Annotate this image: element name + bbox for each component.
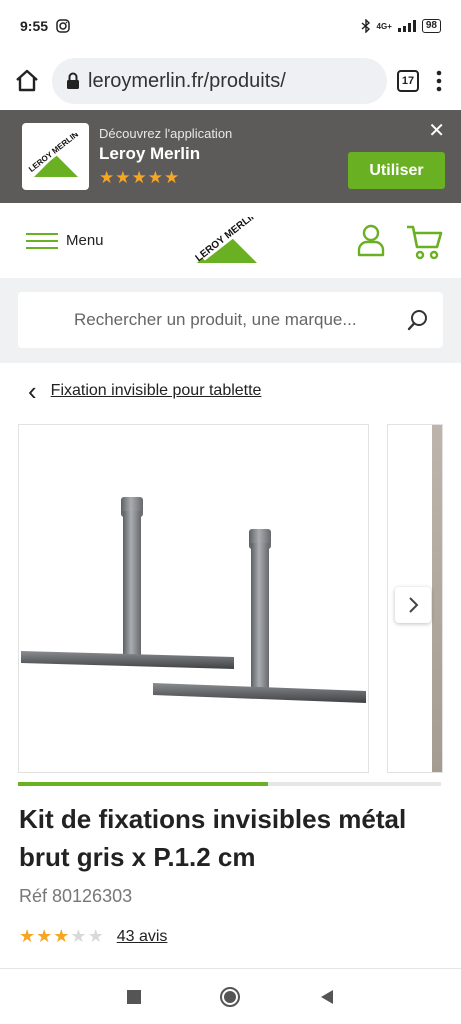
more-options-icon[interactable] bbox=[429, 69, 449, 93]
search-placeholder: Rechercher un produit, une marque... bbox=[74, 310, 357, 329]
rating-star-icon: ★ bbox=[70, 926, 88, 946]
address-bar[interactable]: leroymerlin.fr/produits/ bbox=[52, 58, 387, 104]
search-icon[interactable] bbox=[407, 309, 429, 331]
leroy-merlin-logo-icon: LEROY MERLIN bbox=[28, 132, 80, 177]
app-rating-stars: ★★★★★ bbox=[99, 167, 181, 187]
next-image-button[interactable] bbox=[395, 587, 431, 623]
product-image-main[interactable] bbox=[18, 424, 369, 773]
tab-switcher-button[interactable]: 17 bbox=[397, 70, 419, 92]
status-left: 9:55 bbox=[20, 18, 70, 34]
status-bar: 9:55 4G+ 98 bbox=[0, 0, 461, 52]
browser-toolbar: leroymerlin.fr/produits/ 17 bbox=[0, 52, 461, 110]
header-actions bbox=[357, 223, 443, 261]
reviews-link[interactable]: 43 avis bbox=[117, 928, 168, 946]
rating-stars: ★★★★★ bbox=[19, 926, 105, 947]
rating-star-icon: ★ bbox=[87, 926, 105, 946]
home-icon[interactable] bbox=[12, 66, 42, 96]
menu-button[interactable]: Menu bbox=[26, 228, 104, 254]
status-right: 4G+ 98 bbox=[361, 19, 441, 33]
product-reference: Réf 80126303 bbox=[19, 886, 133, 906]
signal-icon bbox=[397, 20, 416, 32]
app-info: Découvrez l'application Leroy Merlin ★★★… bbox=[99, 126, 348, 188]
next-image-preview bbox=[432, 425, 442, 772]
app-logo: LEROY MERLIN bbox=[22, 123, 89, 190]
use-app-button[interactable]: Utiliser bbox=[348, 152, 445, 189]
rating-star-icon: ★ bbox=[53, 926, 71, 946]
product-title: Kit de fixations invisibles métal brut g… bbox=[19, 804, 407, 872]
system-navigation-bar bbox=[0, 969, 461, 1024]
instagram-icon bbox=[56, 19, 70, 33]
home-circle-icon[interactable] bbox=[219, 986, 241, 1008]
user-account-icon[interactable] bbox=[357, 223, 385, 257]
site-logo[interactable]: LEROY MERLIN bbox=[193, 209, 261, 270]
network-label: 4G+ bbox=[376, 21, 392, 31]
app-name: Leroy Merlin bbox=[99, 143, 201, 163]
cart-icon[interactable] bbox=[405, 223, 443, 261]
breadcrumb[interactable]: ‹ Fixation invisible pour tablette bbox=[28, 376, 262, 406]
leroy-merlin-logo-icon: LEROY MERLIN bbox=[194, 209, 260, 264]
chevron-right-icon bbox=[409, 597, 419, 613]
site-header: Menu LEROY MERLIN bbox=[0, 203, 461, 278]
back-triangle-icon[interactable] bbox=[319, 989, 335, 1005]
url-text: leroymerlin.fr/produits/ bbox=[88, 69, 286, 92]
search-area: Rechercher un produit, une marque... bbox=[0, 278, 461, 363]
hamburger-icon bbox=[26, 228, 58, 254]
gallery-progress bbox=[18, 782, 441, 786]
app-discover-text: Découvrez l'application bbox=[99, 125, 233, 141]
rating-star-icon: ★ bbox=[36, 926, 54, 946]
app-install-banner: LEROY MERLIN Découvrez l'application Ler… bbox=[0, 110, 461, 203]
recents-icon[interactable] bbox=[126, 989, 141, 1004]
gallery-progress-fill bbox=[18, 782, 268, 786]
bluetooth-icon bbox=[361, 19, 370, 33]
breadcrumb-link[interactable]: Fixation invisible pour tablette bbox=[51, 382, 262, 400]
menu-label: Menu bbox=[66, 232, 104, 249]
lock-icon bbox=[67, 72, 79, 89]
back-chevron-icon: ‹ bbox=[28, 376, 37, 406]
search-input[interactable]: Rechercher un produit, une marque... bbox=[18, 292, 443, 348]
rating-star-icon: ★ bbox=[19, 926, 37, 946]
status-time: 9:55 bbox=[20, 18, 49, 34]
close-icon[interactable]: ✕ bbox=[428, 118, 445, 143]
battery-indicator: 98 bbox=[421, 19, 441, 33]
product-rating: ★★★★★ 43 avis bbox=[19, 926, 167, 947]
product-photo bbox=[21, 497, 366, 703]
